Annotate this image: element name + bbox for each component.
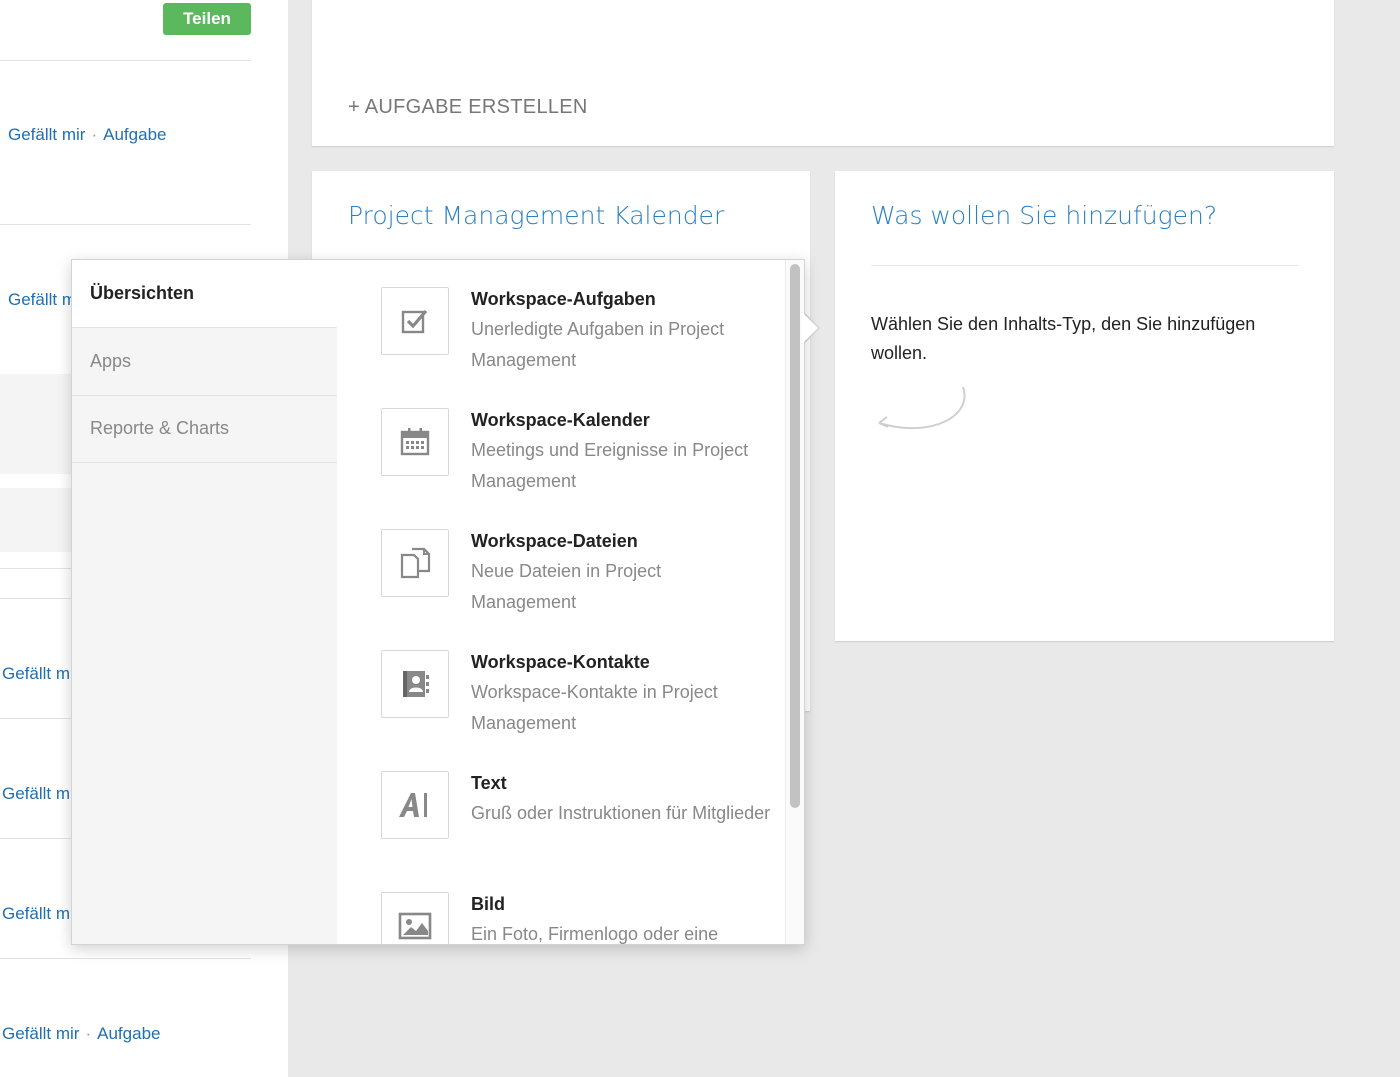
image-icon bbox=[381, 892, 449, 944]
curved-arrow-icon bbox=[878, 386, 966, 430]
item-description: Gruß oder Instruktionen für Mitglieder bbox=[471, 803, 771, 823]
popover-pointer bbox=[802, 312, 818, 344]
text-icon bbox=[381, 771, 449, 839]
item-description: Unerledigte Aufgaben in Project Manageme… bbox=[471, 319, 725, 370]
like-link[interactable]: Gefällt m bbox=[2, 664, 70, 684]
item-description: Neue Dateien in Project Management bbox=[471, 561, 662, 612]
calendar-card-title: Project Management Kalender bbox=[348, 201, 725, 230]
item-title: Workspace-Kontakte bbox=[471, 652, 650, 672]
create-task-link[interactable]: + AUFGABE ERSTELLEN bbox=[348, 96, 588, 119]
popover-category-sidebar: Übersichten Apps Reporte & Charts bbox=[72, 260, 337, 944]
item-title: Workspace-Aufgaben bbox=[471, 289, 656, 309]
add-content-card: Was wollen Sie hinzufügen? Wählen Sie de… bbox=[835, 171, 1334, 641]
task-link[interactable]: Aufgabe bbox=[103, 125, 166, 144]
tab-reports-charts[interactable]: Reporte & Charts bbox=[72, 395, 337, 463]
like-link[interactable]: Gefällt mir bbox=[2, 1024, 79, 1043]
separator: · bbox=[85, 1024, 92, 1043]
item-title: Bild bbox=[471, 894, 505, 914]
add-content-title: Was wollen Sie hinzufügen? bbox=[871, 201, 1218, 230]
feed-divider bbox=[0, 958, 251, 959]
item-title: Workspace-Dateien bbox=[471, 531, 638, 551]
tab-uebersichten[interactable]: Übersichten bbox=[72, 260, 337, 328]
feed-actions: Gefällt mir · Aufgabe bbox=[8, 125, 166, 145]
task-link[interactable]: Aufgabe bbox=[97, 1024, 160, 1043]
tab-apps[interactable]: Apps bbox=[72, 328, 337, 396]
content-type-workspace-files[interactable]: Workspace-Dateien Neue Dateien in Projec… bbox=[381, 529, 771, 639]
like-link[interactable]: Gefällt m bbox=[8, 290, 76, 310]
item-title: Workspace-Kalender bbox=[471, 410, 650, 430]
content-type-list: Workspace-Aufgaben Unerledigte Aufgaben … bbox=[337, 260, 785, 944]
like-link[interactable]: Gefällt m bbox=[2, 784, 70, 804]
like-link[interactable]: Gefällt m bbox=[2, 904, 70, 924]
calendar-icon bbox=[381, 408, 449, 476]
item-description: Ein Foto, Firmenlogo oder eine bbox=[471, 924, 719, 944]
content-type-text[interactable]: Text Gruß oder Instruktionen für Mitglie… bbox=[381, 771, 771, 881]
scrollbar-thumb[interactable] bbox=[790, 264, 800, 808]
content-type-workspace-tasks[interactable]: Workspace-Aufgaben Unerledigte Aufgaben … bbox=[381, 287, 771, 397]
share-button[interactable]: Teilen bbox=[163, 3, 251, 35]
title-divider bbox=[871, 265, 1298, 266]
separator: · bbox=[91, 125, 98, 144]
feed-divider bbox=[0, 60, 251, 61]
feed-actions: Gefällt mir · Aufgabe bbox=[2, 1024, 160, 1044]
tasks-card: + AUFGABE ERSTELLEN bbox=[312, 0, 1334, 146]
feed-divider bbox=[0, 224, 251, 225]
checkbox-icon bbox=[381, 287, 449, 355]
item-description: Meetings und Ereignisse in Project Manag… bbox=[471, 440, 749, 491]
popover-scrollbar[interactable] bbox=[785, 260, 804, 944]
files-icon bbox=[381, 529, 449, 597]
content-type-popover: Übersichten Apps Reporte & Charts Worksp… bbox=[71, 259, 805, 945]
add-content-hint: Wählen Sie den Inhalts-Typ, den Sie hinz… bbox=[871, 314, 1256, 363]
contacts-icon bbox=[381, 650, 449, 718]
content-type-workspace-contacts[interactable]: Workspace-Kontakte Workspace-Kontakte in… bbox=[381, 650, 771, 760]
item-description: Workspace-Kontakte in Project Management bbox=[471, 682, 718, 733]
content-type-image[interactable]: Bild Ein Foto, Firmenlogo oder eine bbox=[381, 892, 771, 944]
content-type-workspace-calendar[interactable]: Workspace-Kalender Meetings und Ereignis… bbox=[381, 408, 771, 518]
item-title: Text bbox=[471, 773, 507, 793]
like-link[interactable]: Gefällt mir bbox=[8, 125, 85, 144]
